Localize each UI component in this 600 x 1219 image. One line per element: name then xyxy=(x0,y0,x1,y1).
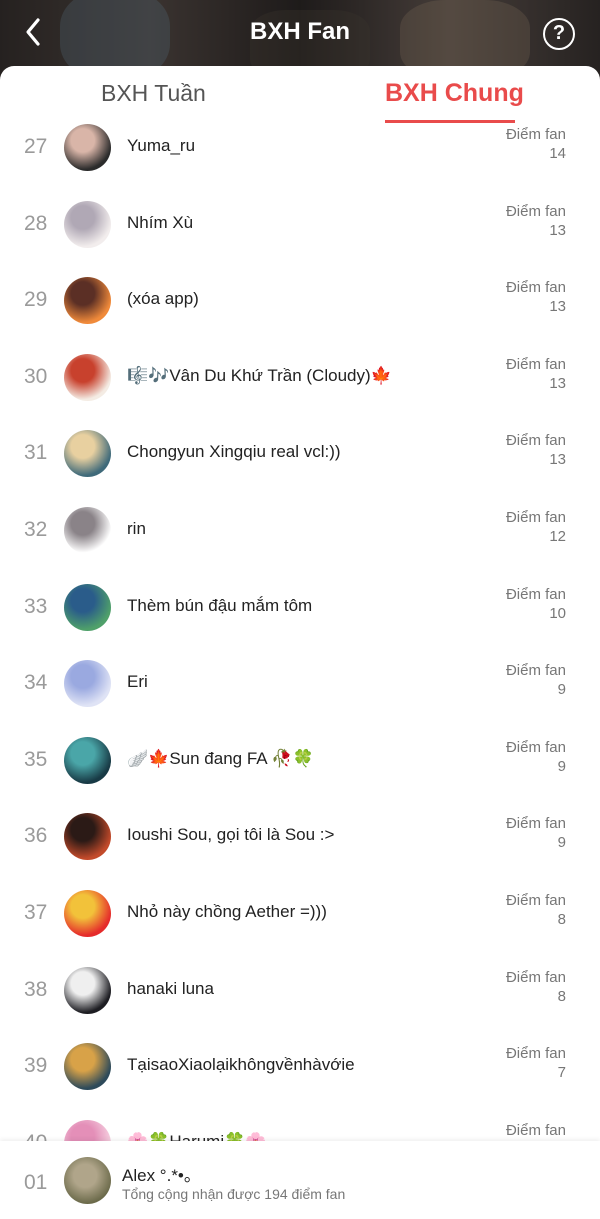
rank-number: 31 xyxy=(24,441,48,465)
score-value: 13 xyxy=(549,374,566,392)
rank-number: 32 xyxy=(24,518,48,541)
list-item[interactable]: 28 Nhím Xù Điểm fan 13 xyxy=(0,186,600,263)
fan-name: (xóa app) xyxy=(127,289,199,309)
score-label: Điểm fan xyxy=(505,968,566,986)
rank-number: 40 xyxy=(24,1131,64,1141)
avatar[interactable] xyxy=(64,200,111,248)
score-value: 12 xyxy=(549,528,566,545)
avatar[interactable] xyxy=(64,966,111,1014)
score-value: 9 xyxy=(557,681,566,699)
rank-number: 37 xyxy=(24,901,48,924)
avatar[interactable] xyxy=(64,583,111,631)
fan-name: Nhím Xù xyxy=(127,212,194,232)
score-label: Điểm fan xyxy=(505,815,566,833)
list-item[interactable]: 33 Thèm bún đậu mắm tôm Điểm fan 10 xyxy=(0,569,600,646)
my-name: Alex °.*•。 xyxy=(122,1166,201,1185)
fan-name: TạisaoXiaolạikhôngvềnhàvớie xyxy=(127,1055,355,1075)
avatar[interactable] xyxy=(64,736,111,784)
avatar[interactable] xyxy=(64,813,111,861)
avatar[interactable] xyxy=(64,1119,111,1141)
rank-number: 29 xyxy=(24,288,48,312)
score-value: 9 xyxy=(557,834,566,852)
list-item[interactable]: 27 Yuma_ru Điểm fan 14 xyxy=(0,109,600,186)
list-item[interactable]: 40 🌸🍀Harumi🍀🌸 Điểm fan xyxy=(0,1105,600,1141)
score-value: 10 xyxy=(549,604,566,622)
list-item[interactable]: 32 rin Điểm fan 12 xyxy=(0,492,600,569)
list-item[interactable]: 29 (xóa app) Điểm fan 13 xyxy=(0,262,600,339)
avatar[interactable] xyxy=(64,430,111,478)
rank-number: 33 xyxy=(24,594,48,618)
rank-number: 27 xyxy=(24,135,48,158)
my-total-points: Tổng cộng nhận được 194 điểm fan xyxy=(122,1186,346,1202)
tab-overall[interactable]: BXH Chung xyxy=(385,79,524,108)
score-label: Điểm fan xyxy=(505,1121,566,1139)
score-label: Điểm fan xyxy=(505,432,566,450)
fan-name: rin xyxy=(127,519,146,538)
score-value: 13 xyxy=(549,298,566,316)
avatar[interactable] xyxy=(64,353,111,401)
score-label: Điểm fan xyxy=(505,892,566,909)
score-label: Điểm fan xyxy=(505,585,566,603)
avatar[interactable] xyxy=(64,124,111,171)
fan-name: Eri xyxy=(127,672,148,692)
rank-number: 28 xyxy=(24,211,48,235)
fan-name: 🪽🍁Sun đang FA 🥀🍀 xyxy=(127,748,314,768)
page-title: BXH Fan xyxy=(249,18,350,45)
score-label: Điểm fan xyxy=(505,738,566,756)
my-rank-bar: 01 Alex °.*•。 Tổng cộng nhận được 194 đi… xyxy=(0,1141,600,1219)
score-value: 13 xyxy=(549,451,566,469)
avatar[interactable] xyxy=(64,507,111,554)
fan-name: Chongyun Xingqiu real vcl:)) xyxy=(127,442,341,462)
fan-name: 🌸🍀Harumi🍀🌸 xyxy=(127,1132,266,1141)
help-icon[interactable]: ? xyxy=(543,18,575,50)
rank-number: 36 xyxy=(24,824,48,848)
list-item[interactable]: 31 Chongyun Xingqiu real vcl:)) Điểm fan 13 xyxy=(0,415,600,492)
fan-name: Ioushi Sou, gọi tôi là Sou :> xyxy=(127,825,335,845)
score-value: 7 xyxy=(557,1064,566,1082)
avatar[interactable] xyxy=(64,1043,111,1091)
my-rank: 01 xyxy=(24,1171,48,1194)
my-avatar[interactable] xyxy=(64,1157,111,1204)
list-item[interactable]: 39 TạisaoXiaolạikhôngvềnhàvớie Điểm fan 7 xyxy=(0,1028,600,1105)
rank-number: 34 xyxy=(24,671,48,695)
score-label: Điểm fan xyxy=(505,1045,566,1063)
score-value: 9 xyxy=(557,757,566,775)
score-value: 14 xyxy=(549,145,566,162)
score-label: Điểm fan xyxy=(505,126,566,143)
list-item[interactable]: 37 Nhỏ này chồng Aether =))) Điểm fan 8 xyxy=(0,875,600,952)
fan-name: 🎼🎶Vân Du Khứ Trần (Cloudy)🍁 xyxy=(127,365,392,385)
score-label: Điểm fan xyxy=(505,355,566,373)
list-item[interactable]: 35 🪽🍁Sun đang FA 🥀🍀 Điểm fan 9 xyxy=(0,722,600,799)
list-item[interactable]: 38 hanaki luna Điểm fan 8 xyxy=(0,952,600,1029)
rank-number: 38 xyxy=(24,977,48,1001)
fan-name: Nhỏ này chồng Aether =))) xyxy=(127,902,327,921)
score-value: 13 xyxy=(549,221,566,239)
avatar[interactable] xyxy=(64,660,111,708)
score-label: Điểm fan xyxy=(505,279,566,297)
list-item[interactable]: 34 Eri Điểm fan 9 xyxy=(0,645,600,722)
score-value: 8 xyxy=(557,987,566,1005)
fan-name: Yuma_ru xyxy=(127,136,196,155)
score-value: 8 xyxy=(557,911,566,928)
rank-number: 35 xyxy=(24,747,48,771)
rank-number: 30 xyxy=(24,364,48,388)
avatar[interactable] xyxy=(64,890,111,937)
score-label: Điểm fan xyxy=(505,202,566,220)
fan-name: hanaki luna xyxy=(127,978,214,998)
leaderboard-list[interactable]: 27 Yuma_ru Điểm fan 14 28 Nhím Xù Điểm fan 13 29… xyxy=(0,109,600,1141)
score-label: Điểm fan xyxy=(505,662,566,680)
tab-weekly[interactable]: BXH Tuần xyxy=(101,80,206,107)
list-item[interactable]: 36 Ioushi Sou, gọi tôi là Sou :> Điểm fan 9 xyxy=(0,798,600,875)
list-item[interactable]: 30 🎼🎶Vân Du Khứ Trần (Cloudy)🍁 Điểm fan 13 xyxy=(0,339,600,416)
fan-name: Thèm bún đậu mắm tôm xyxy=(127,595,313,615)
rank-number: 39 xyxy=(24,1054,48,1078)
score-label: Điểm fan xyxy=(505,509,566,526)
avatar[interactable] xyxy=(64,277,111,325)
